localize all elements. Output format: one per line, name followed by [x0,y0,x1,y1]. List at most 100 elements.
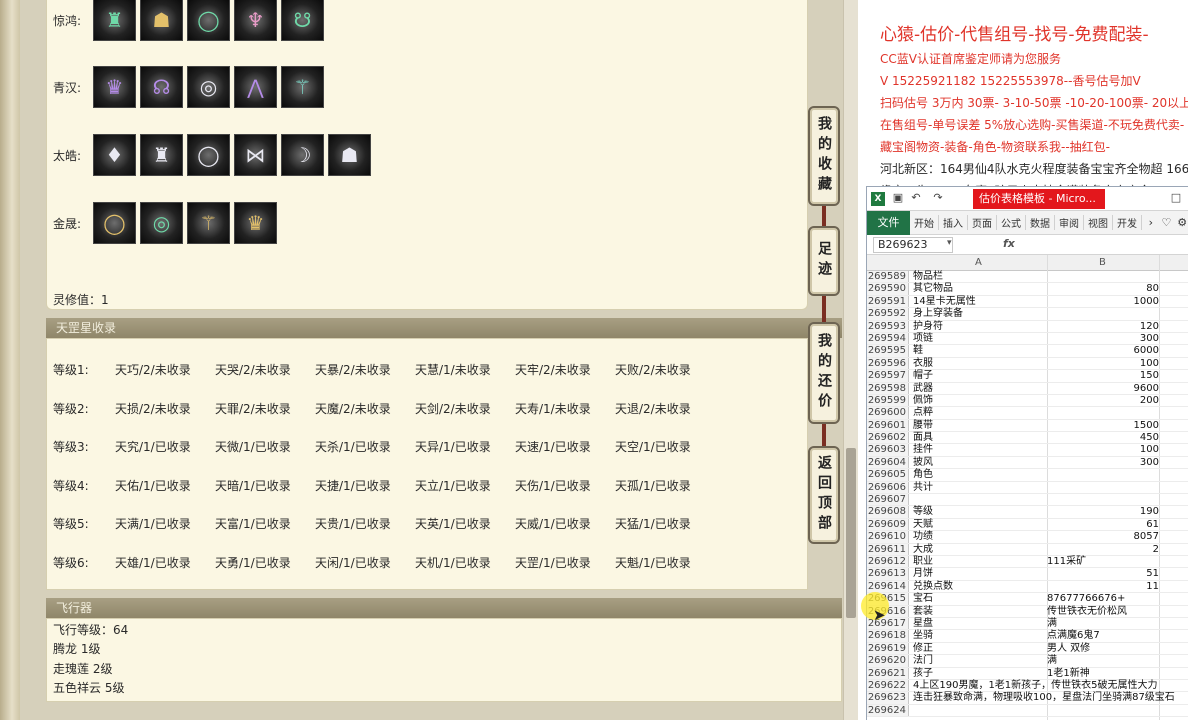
help-icon[interactable]: ♡ [1160,216,1174,229]
row-number[interactable]: 269620 [867,655,909,667]
cell-b[interactable]: 6000 [1047,345,1159,357]
sheet-grid[interactable]: 269589 物品栏 269590 其它物品 80 269591 14星卡无属性 1000 26… [867,271,1188,718]
sheet-row[interactable]: 269599 佩饰 200 [867,394,1188,408]
my-bargain-button[interactable]: 我的还价 [808,322,840,424]
green-mask-icon[interactable]: ☋ [281,0,324,41]
fx-icon[interactable]: fx [1003,237,1015,250]
ribbon-tab[interactable]: 公式 [997,215,1026,230]
cell-a[interactable]: 法门 [913,655,1047,667]
cell-a[interactable]: 武器 [913,383,1047,395]
purple-cloak-icon[interactable]: ⋀ [234,66,277,108]
sheet-row[interactable]: 269589 物品栏 [867,271,1188,284]
cell-b[interactable]: 8057 [1047,531,1159,543]
row-number[interactable]: 269605 [867,469,909,481]
cell-b[interactable]: 300 [1047,457,1159,469]
ribbon-tab[interactable]: 开始 [910,215,939,230]
scrollbar-thumb[interactable] [846,448,856,618]
cell-a[interactable]: 帽子 [913,370,1047,382]
cell-b[interactable]: 111采矿 [1047,556,1159,568]
cell-b[interactable]: 100 [1047,444,1159,456]
row-number[interactable]: 269592 [867,308,909,320]
save-icon[interactable]: ▣ [891,191,905,205]
cell-a[interactable]: 佩饰 [913,395,1047,407]
sheet-row[interactable]: 269595 鞋 6000 [867,345,1188,358]
cell-a[interactable]: 共计 [913,482,1047,494]
crescent-icon[interactable]: ☽ [281,134,324,176]
cell-b[interactable]: 1500 [1047,420,1159,432]
row-number[interactable]: 269591 [867,295,909,308]
row-number[interactable]: 269598 [867,382,909,394]
my-favorites-button[interactable]: 我的收藏 [808,106,840,206]
row-number[interactable]: 269624 [867,704,909,717]
row-number[interactable]: 269599 [867,394,909,407]
maximize-icon[interactable]: □ [1169,191,1183,205]
cell-a[interactable]: 衣服 [913,358,1047,370]
row-number[interactable]: 269621 [867,667,909,679]
ribbon-tab[interactable]: 插入 [939,215,968,230]
cell-a[interactable]: 职业 [913,556,1047,568]
dark-bracelet-icon[interactable]: ◯ [187,134,230,176]
cell-a[interactable]: 坐骑 [913,630,1047,642]
ribbon-tab[interactable]: 审阅 [1055,215,1084,230]
ribbon-tab[interactable]: 页面 [968,215,997,230]
cell-b[interactable]: 200 [1047,395,1159,407]
chevron-down-icon[interactable]: ▾ [947,238,952,248]
name-box[interactable]: B269623 [873,237,953,253]
row-number[interactable]: 269610 [867,531,909,543]
sheet-row[interactable]: 269613 月饼 51 [867,568,1188,581]
sheet-row[interactable]: 269598 武器 9600 [867,382,1188,395]
ribbon-tab[interactable]: 视图 [1084,215,1113,230]
row-number[interactable]: 269602 [867,432,909,444]
ribbon-more-icon[interactable]: › [1144,216,1158,229]
sheet-row[interactable]: 269617 星盘满 [867,617,1188,631]
cell-a[interactable]: 14星卡无属性 [913,296,1047,308]
cell-a[interactable]: 挂件 [913,444,1047,456]
sheet-row[interactable]: 269602 面具 450 [867,432,1188,445]
row-number[interactable]: 269623 [867,692,909,704]
cell-a[interactable]: 星盘 [913,618,1047,630]
cell-a[interactable]: 宝石 [913,593,1047,605]
cell-b[interactable]: 9600 [1047,383,1159,395]
row-number[interactable]: 269590 [867,283,909,295]
cell-a[interactable]: 等级 [913,506,1047,518]
jade-robe-icon[interactable]: ♜ [93,0,136,41]
white-robe-icon[interactable]: ♜ [140,134,183,176]
butterfly-icon[interactable]: ⋈ [234,134,277,176]
row-number[interactable]: 269611 [867,543,909,555]
row-number[interactable]: 269603 [867,444,909,456]
row-number[interactable]: 269608 [867,506,909,518]
cell-b[interactable]: 1000 [1047,296,1159,308]
teal-staff-icon[interactable]: ⚚ [281,66,324,108]
footprint-button[interactable]: 足迹 [808,226,840,296]
cell-b[interactable]: 2 [1047,544,1159,556]
sheet-row[interactable]: 269607 [867,494,1188,507]
green-ring-icon[interactable]: ◎ [140,202,183,244]
purple-armor-icon[interactable]: ♛ [93,66,136,108]
cell-b[interactable]: 80 [1047,283,1159,295]
row-number[interactable]: 269609 [867,518,909,531]
purple-hood-icon[interactable]: ☊ [140,66,183,108]
sheet-row[interactable]: 269605 角色 [867,469,1188,482]
ribbon-tab[interactable]: 开发 [1113,215,1142,230]
row-number[interactable]: 269614 [867,580,909,593]
row-number[interactable]: 269596 [867,357,909,370]
back-to-top-button[interactable]: 返回顶部 [808,446,840,544]
bracelet-icon[interactable]: ◯ [187,0,230,41]
cell-a[interactable]: 鞋 [913,345,1047,357]
cell-a[interactable]: 修正 [913,643,1047,655]
sheet-row[interactable]: 269606 共计 [867,481,1188,495]
silver-ring-icon[interactable]: ◎ [187,66,230,108]
excel-window-title[interactable]: 估价表格模板 - Micro... [973,189,1105,209]
sheet-row[interactable]: 269623 连击狂暴致命满，物理吸收100，星盘法门坐骑满87级宝石 [867,692,1188,705]
cell-b[interactable]: 450 [1047,432,1159,444]
row-number[interactable]: 269601 [867,419,909,432]
sheet-row[interactable]: 269621 孩子 1老1新神 [867,667,1188,680]
sheet-row[interactable]: 269601 腰带 1500 [867,419,1188,433]
cell-a[interactable]: 角色 [913,469,1047,481]
silver-helm-icon[interactable]: ☗ [328,134,371,176]
cell-a[interactable]: 天赋 [913,519,1047,531]
cell-a[interactable]: 孩子 [913,668,1047,680]
sheet-row[interactable]: 269600 点粹 [867,407,1188,420]
sheet-row[interactable]: 269615宝石87677766676+ [867,593,1188,606]
white-flame-icon[interactable]: ♦ [93,134,136,176]
